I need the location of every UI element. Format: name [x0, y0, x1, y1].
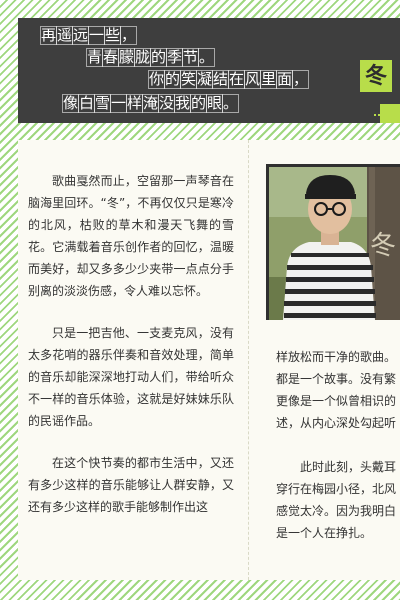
poem-char: 胧	[134, 48, 152, 67]
photo-caption-glyph: 冬	[369, 231, 396, 261]
text-line: 更像是一个似曾相识的	[276, 394, 397, 408]
text-line: 穿行在梅园小径，北风	[276, 482, 397, 496]
poem-char: 笑	[180, 70, 198, 89]
poem-char: 样	[126, 94, 144, 113]
poem-char: 面	[276, 70, 294, 89]
poem-line-3: 你的笑凝结在风里面，	[148, 70, 310, 89]
poem-char: 结	[212, 70, 230, 89]
poem-char: 的	[150, 48, 168, 67]
poem-char: 春	[102, 48, 120, 67]
poem-char: 的	[190, 94, 208, 113]
poem-char: 白	[78, 94, 96, 113]
poem-char: 远	[72, 26, 90, 45]
poem-char: 的	[164, 70, 182, 89]
paragraph: 歌曲戛然而止，空留那一声琴音在脑海里回环。“冬”，不再仅仅只是寒冷的北风，枯败的…	[28, 174, 234, 298]
poem-char: 再	[40, 26, 58, 45]
poem-line-1: 再遥远一些，	[40, 26, 138, 45]
photo-background: 冬	[269, 167, 400, 320]
paragraph: 只是一把吉他、一支麦克风，没有太多花哨的器乐伴奏和音效处理，简单的音乐却能深深地…	[28, 326, 234, 428]
poem-char: 淹	[142, 94, 160, 113]
text-line: 是一个人在挣扎。	[276, 526, 373, 540]
poem-char: 朦	[118, 48, 136, 67]
poem-char: 一	[110, 94, 128, 113]
text-line: 感觉太冷。因为我明白	[276, 504, 397, 518]
poem-char: 雪	[94, 94, 112, 113]
paragraph: 在这个快节奏的都市生活中，又还有多少这样的音乐能够让人群安静，又还有多少这样的歌…	[28, 456, 234, 514]
dotted-connector	[374, 114, 400, 116]
poem-char: 遥	[56, 26, 74, 45]
poem-char: 里	[260, 70, 278, 89]
poem-char: 没	[158, 94, 176, 113]
article-column-left: 歌曲戛然而止，空留那一声琴音在脑海里回环。“冬”，不再仅仅只是寒冷的北风，枯败的…	[28, 170, 234, 538]
poem-char: 。	[198, 48, 216, 67]
poem-char: 像	[62, 94, 80, 113]
poem-line-2: 青春朦胧的季节。	[86, 48, 216, 67]
season-subtag: 好	[374, 104, 400, 123]
text-line: 述，从内心深处勾起听	[276, 416, 397, 430]
poem-char: 在	[228, 70, 246, 89]
text-line: 样放松而干净的歌曲。	[276, 350, 397, 364]
poem-char: 眼	[206, 94, 224, 113]
poem-char: 我	[174, 94, 192, 113]
column-divider	[248, 140, 251, 580]
poem-char: ，	[292, 70, 310, 89]
poem-char: 。	[222, 94, 240, 113]
article-column-right: 样放松而干净的歌曲。 都是一个故事。没有繁 更像是一个似曾相识的 述，从内心深处…	[276, 346, 400, 566]
poem-char: 青	[86, 48, 104, 67]
poem-char: 一	[88, 26, 106, 45]
poem-char: 些	[104, 26, 122, 45]
poem-line-4: 像白雪一样淹没我的眼。	[62, 94, 240, 113]
season-tag: 冬	[360, 60, 392, 92]
poem-char: ，	[120, 26, 138, 45]
article-panel: 歌曲戛然而止，空留那一声琴音在脑海里回环。“冬”，不再仅仅只是寒冷的北风，枯败的…	[18, 140, 400, 580]
poem-char: 风	[244, 70, 262, 89]
text-line: 都是一个故事。没有繁	[276, 372, 397, 386]
text-line: 此时此刻，头戴耳	[300, 460, 397, 474]
paragraph: 样放松而干净的歌曲。 都是一个故事。没有繁 更像是一个似曾相识的 述，从内心深处…	[276, 346, 400, 434]
paragraph: 此时此刻，头戴耳 穿行在梅园小径，北风 感觉太冷。因为我明白 是一个人在挣扎。	[276, 456, 400, 544]
poem-char: 你	[148, 70, 166, 89]
singer-photo: 冬	[266, 164, 400, 320]
poem-char: 凝	[196, 70, 214, 89]
poem-char: 季	[166, 48, 184, 67]
poem-char: 节	[182, 48, 200, 67]
header-banner: 再遥远一些， 青春朦胧的季节。 你的笑凝结在风里面， 像白雪一样淹没我的眼。 冬…	[18, 18, 400, 123]
